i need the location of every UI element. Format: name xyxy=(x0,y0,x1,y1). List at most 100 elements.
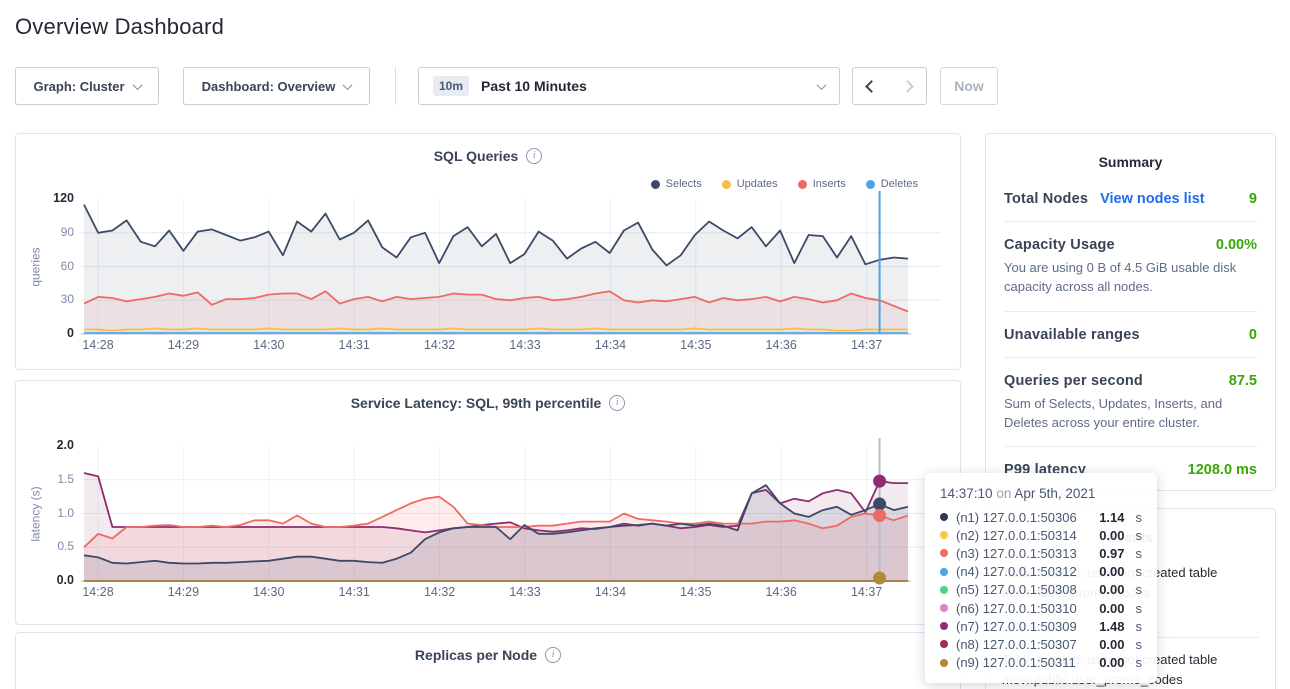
node-address: (n8) 127.0.0.1:50307 xyxy=(956,637,1077,652)
x-axis-tick: 14:34 xyxy=(580,338,640,352)
tooltip-rows: (n1) 127.0.0.1:503061.14s(n2) 127.0.0.1:… xyxy=(940,508,1142,672)
latency-unit: s xyxy=(1136,546,1143,561)
node-color-dot xyxy=(940,568,948,576)
node-latency-value: 0.00 xyxy=(1099,655,1124,670)
x-axis-tick: 14:31 xyxy=(324,338,384,352)
node-address: (n9) 127.0.0.1:50311 xyxy=(956,655,1076,670)
summary-row: Total NodesView nodes list9 xyxy=(1004,176,1257,222)
dashboard-dropdown[interactable]: Dashboard: Overview xyxy=(183,67,370,105)
sql-queries-card: SQL Queries i SelectsUpdatesInsertsDelet… xyxy=(15,133,961,370)
service-latency-plot[interactable]: 0.00.51.01.52.014:2814:2914:3014:3114:32… xyxy=(16,381,960,624)
tooltip-row: (n4) 127.0.0.1:50312 0.00 s xyxy=(940,563,1142,581)
y-axis-label-text: queries xyxy=(29,247,43,286)
latency-unit: s xyxy=(1136,564,1143,579)
node-latency-value: 1.14 xyxy=(1099,510,1124,525)
chart-canvas[interactable] xyxy=(81,199,941,334)
sql-queries-plot[interactable]: 030609012014:2814:2914:3014:3114:3214:33… xyxy=(16,134,960,369)
now-button[interactable]: Now xyxy=(940,67,998,105)
chevron-down-icon xyxy=(132,80,142,90)
tooltip-row: (n3) 127.0.0.1:50313 0.97 s xyxy=(940,544,1142,562)
tooltip-row: (n7) 127.0.0.1:503091.48s xyxy=(940,617,1142,635)
overview-dashboard-page: Overview Dashboard Graph: Cluster Dashbo… xyxy=(0,0,1290,689)
node-address: (n4) 127.0.0.1:50312 xyxy=(956,564,1077,579)
summary-row-main: Queries per second 87.5 xyxy=(1004,373,1257,389)
summary-label: Unavailable ranges xyxy=(1004,327,1140,343)
summary-row-main: Unavailable ranges 0 xyxy=(1004,327,1257,343)
x-axis-tick: 14:32 xyxy=(410,585,470,599)
summary-value: 0.00% xyxy=(1216,237,1257,253)
x-axis-tick: 14:33 xyxy=(495,585,555,599)
node-latency-value: 0.00 xyxy=(1099,564,1124,579)
latency-unit: s xyxy=(1136,619,1143,634)
tooltip-row: (n8) 127.0.0.1:503070.00s xyxy=(940,635,1142,653)
x-axis-tick: 14:35 xyxy=(666,338,726,352)
tooltip-row: (n2) 127.0.0.1:503140.00s xyxy=(940,526,1142,544)
node-color-dot xyxy=(940,622,948,630)
chevron-left-icon xyxy=(865,80,878,93)
latency-unit: s xyxy=(1136,637,1143,652)
node-color-dot xyxy=(940,659,948,667)
node-address: (n2) 127.0.0.1:50314 xyxy=(956,528,1077,543)
tooltip-row: (n6) 127.0.0.1:503100.00s xyxy=(940,599,1142,617)
graph-dropdown-label: Graph: Cluster xyxy=(33,79,124,94)
chart-title: Replicas per Node xyxy=(415,647,537,663)
summary-value: 9 xyxy=(1249,191,1257,207)
summary-subtext: Sum of Selects, Updates, Inserts, and De… xyxy=(1004,395,1257,433)
chart-canvas[interactable] xyxy=(81,446,941,581)
summary-title: Summary xyxy=(986,134,1275,170)
hover-data-dot xyxy=(873,509,886,522)
page-title: Overview Dashboard xyxy=(15,14,224,40)
node-color-dot xyxy=(940,586,948,594)
y-axis-label: queries xyxy=(18,199,54,334)
x-axis-tick: 14:35 xyxy=(666,585,726,599)
replicas-per-node-card: Replicas per Node i xyxy=(15,632,961,689)
chart-title-row: Replicas per Node i xyxy=(16,647,960,663)
summary-value: 87.5 xyxy=(1229,373,1257,389)
node-latency-value: 0.00 xyxy=(1099,528,1124,543)
x-axis-tick: 14:36 xyxy=(751,585,811,599)
summary-value: 0 xyxy=(1249,327,1257,343)
tooltip-row: (n9) 127.0.0.1:503110.00s xyxy=(940,654,1142,672)
chevron-down-icon xyxy=(343,80,353,90)
hover-data-dot xyxy=(873,475,886,488)
node-color-dot xyxy=(940,604,948,612)
node-latency-value: 0.97 xyxy=(1099,546,1124,561)
x-axis-tick: 14:36 xyxy=(751,338,811,352)
node-address: (n3) 127.0.0.1:50313 xyxy=(956,546,1077,561)
x-axis-tick: 14:28 xyxy=(68,338,128,352)
x-axis-tick: 14:37 xyxy=(837,585,897,599)
chevron-right-icon xyxy=(901,80,914,93)
node-color-dot xyxy=(940,513,948,521)
node-latency-value: 0.00 xyxy=(1099,582,1124,597)
latency-unit: s xyxy=(1136,510,1143,525)
summary-row: Capacity Usage 0.00% You are using 0 B of … xyxy=(1004,222,1257,312)
x-axis-tick: 14:33 xyxy=(495,338,555,352)
node-address: (n5) 127.0.0.1:50308 xyxy=(956,582,1077,597)
graph-dropdown[interactable]: Graph: Cluster xyxy=(15,67,159,105)
toolbar: Graph: Cluster Dashboard: Overview 10m P… xyxy=(0,67,1290,106)
summary-label: Queries per second xyxy=(1004,373,1143,389)
view-nodes-list-link[interactable]: View nodes list xyxy=(1100,191,1205,207)
time-prev-button[interactable] xyxy=(852,67,890,105)
node-address: (n6) 127.0.0.1:50310 xyxy=(956,601,1077,616)
info-icon[interactable]: i xyxy=(545,647,561,663)
summary-label: Capacity Usage xyxy=(1004,237,1115,253)
dashboard-dropdown-label: Dashboard: Overview xyxy=(202,79,336,94)
summary-row: Unavailable ranges 0 xyxy=(1004,312,1257,358)
summary-panel: Summary Total NodesView nodes list9Capac… xyxy=(985,133,1276,491)
time-range-badge: 10m xyxy=(433,76,469,96)
summary-row-main: Total NodesView nodes list9 xyxy=(1004,191,1257,207)
node-color-dot xyxy=(940,531,948,539)
x-axis-tick: 14:28 xyxy=(68,585,128,599)
x-axis-tick: 14:29 xyxy=(153,585,213,599)
node-latency-value: 1.48 xyxy=(1099,619,1124,634)
service-latency-card: Service Latency: SQL, 99th percentile i … xyxy=(15,380,961,625)
latency-unit: s xyxy=(1136,601,1143,616)
summary-subtext: You are using 0 B of 4.5 GiB usable disk… xyxy=(1004,259,1257,297)
time-next-button[interactable] xyxy=(889,67,927,105)
time-range-label: Past 10 Minutes xyxy=(481,78,587,94)
time-range-select[interactable]: 10m Past 10 Minutes xyxy=(418,67,840,105)
toolbar-divider xyxy=(395,67,396,105)
y-axis-label-text: latency (s) xyxy=(29,486,43,541)
tooltip-timestamp: 14:37:10 on Apr 5th, 2021 xyxy=(940,486,1142,501)
